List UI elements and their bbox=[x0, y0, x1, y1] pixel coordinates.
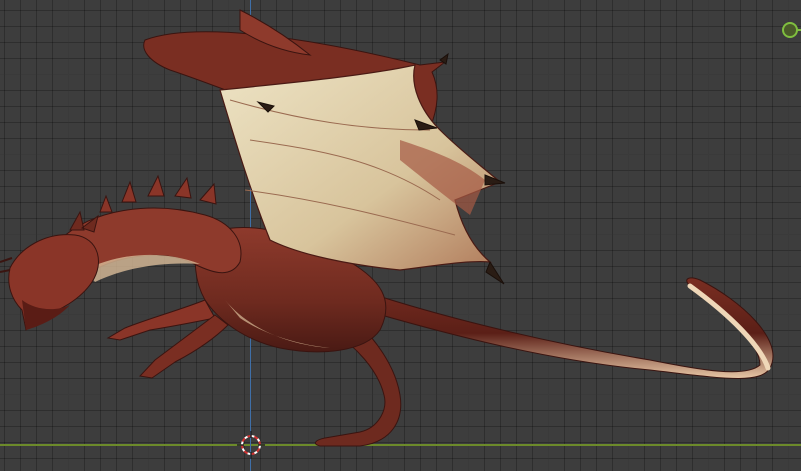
light-handle-icon[interactable] bbox=[780, 20, 801, 40]
3d-viewport[interactable] bbox=[0, 0, 801, 471]
3d-cursor-icon[interactable] bbox=[237, 431, 265, 459]
dragon-model[interactable] bbox=[0, 0, 801, 471]
